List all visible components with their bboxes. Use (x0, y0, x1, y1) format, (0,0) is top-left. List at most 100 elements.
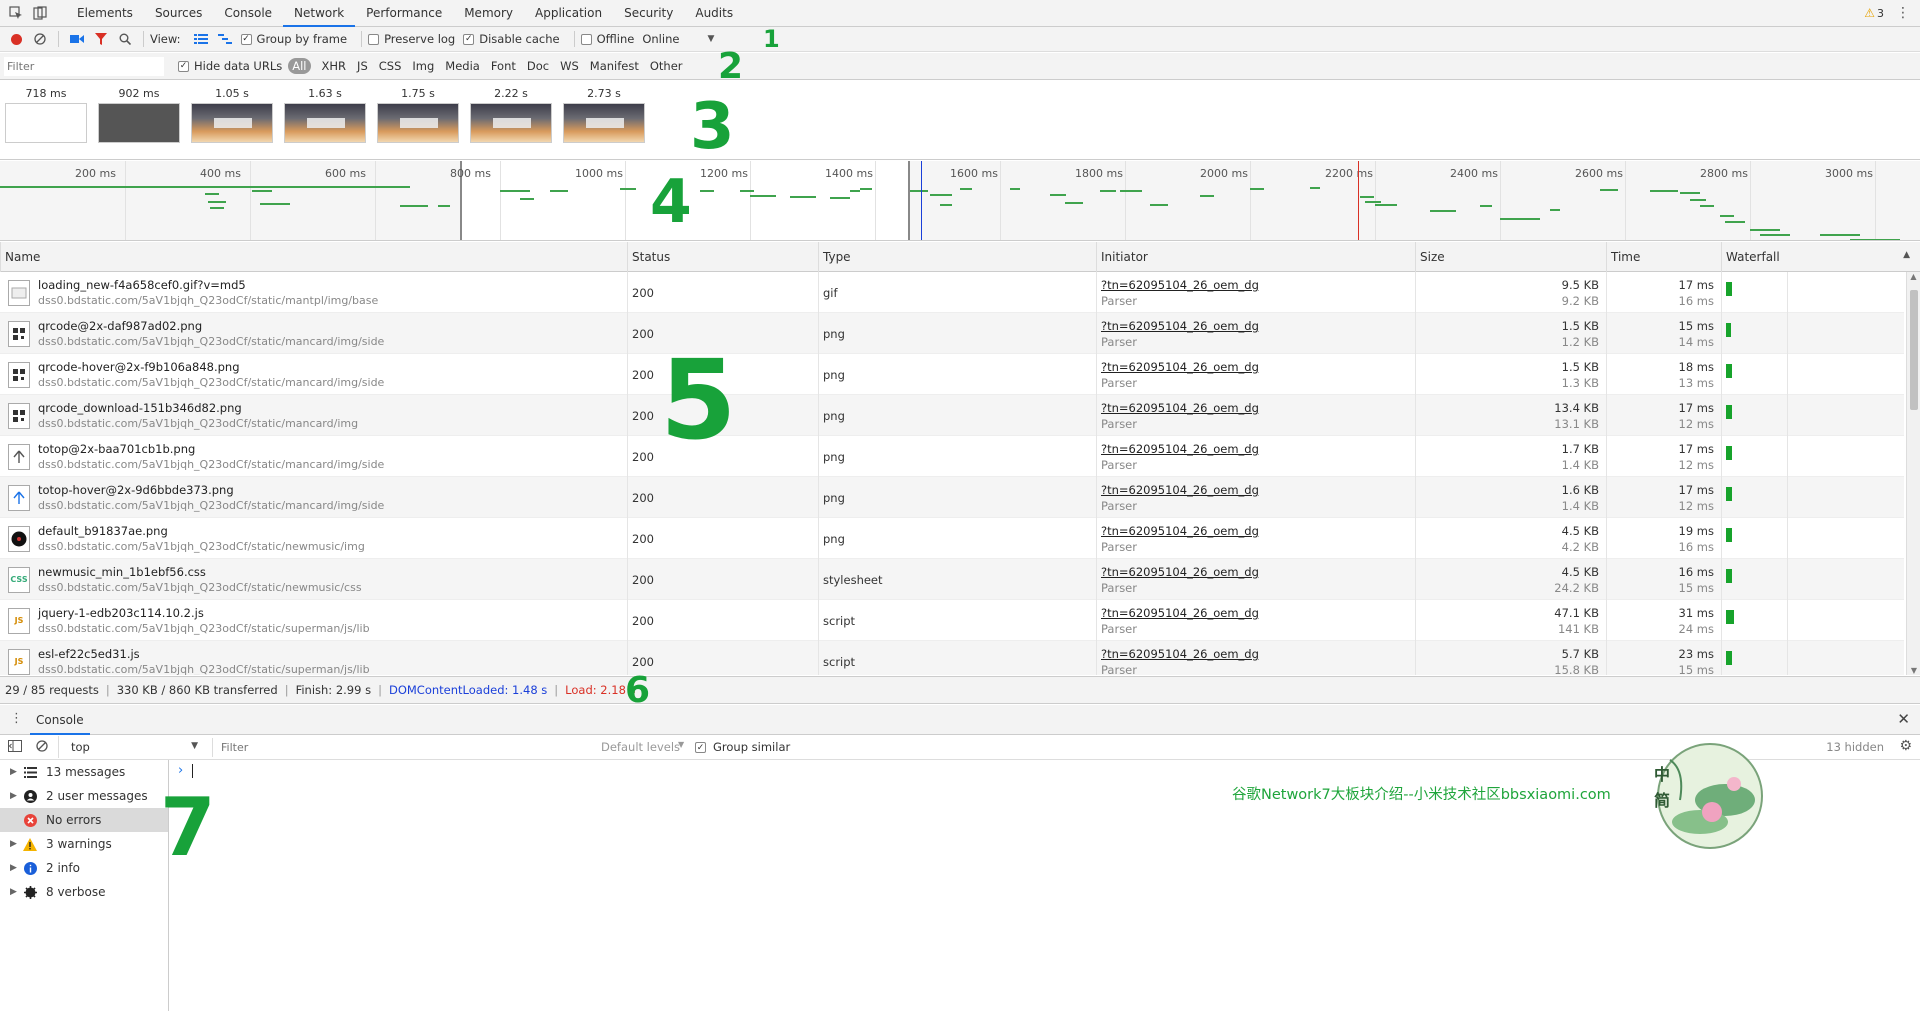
column-header-initiator[interactable]: Initiator (1096, 242, 1414, 272)
tab-elements[interactable]: Elements (66, 0, 144, 27)
table-row[interactable]: qrcode_download-151b346d82.png dss0.bdsta… (0, 395, 1904, 436)
log-levels-select[interactable]: Default levels (601, 740, 680, 754)
inspect-element-icon[interactable] (4, 1, 28, 25)
tab-application[interactable]: Application (524, 0, 613, 27)
table-row[interactable]: loading_new-f4a658cef0.gif?v=md5 dss0.bds… (0, 272, 1904, 313)
filmstrip-frame[interactable]: 902 ms (98, 87, 180, 143)
initiator-link[interactable]: ?tn=62095104_26_oem_dg (1101, 606, 1259, 620)
table-row[interactable]: JS jquery-1-edb203c114.10.2.js dss0.bdstat… (0, 600, 1904, 641)
filter-type-css[interactable]: CSS (379, 59, 402, 73)
expand-arrow-icon[interactable]: ▶ (10, 839, 22, 849)
console-caret[interactable] (192, 764, 193, 778)
tab-performance[interactable]: Performance (355, 0, 453, 27)
vertical-scrollbar[interactable]: ▲ ▼ (1906, 272, 1920, 675)
tab-security[interactable]: Security (613, 0, 684, 27)
clear-console-icon[interactable] (36, 740, 48, 755)
filmstrip-frame[interactable]: 2.73 s (563, 87, 645, 143)
sidebar-item-list[interactable]: ▶ 13 messages (0, 760, 168, 784)
more-options-icon[interactable]: ⋮ (1896, 5, 1910, 21)
offline-checkbox[interactable] (580, 33, 592, 45)
waterfall-bar[interactable] (1726, 569, 1732, 583)
hide-data-urls-checkbox[interactable]: ✓ (178, 60, 189, 72)
expand-arrow-icon[interactable]: ▶ (10, 863, 22, 873)
expand-arrow-icon[interactable]: ▶ (10, 887, 22, 897)
initiator-link[interactable]: ?tn=62095104_26_oem_dg (1101, 483, 1259, 497)
filter-icon[interactable] (89, 27, 113, 51)
waterfall-bar[interactable] (1726, 405, 1732, 419)
drawer-menu-icon[interactable]: ⋮ (10, 711, 23, 726)
filter-type-ws[interactable]: WS (560, 59, 579, 73)
initiator-link[interactable]: ?tn=62095104_26_oem_dg (1101, 319, 1259, 333)
capture-screenshots-icon[interactable] (65, 27, 89, 51)
group-similar-checkbox[interactable]: ✓ (695, 742, 706, 753)
column-header-time[interactable]: Time (1606, 242, 1720, 272)
sidebar-item-error[interactable]: No errors (0, 808, 168, 832)
filter-type-manifest[interactable]: Manifest (590, 59, 639, 73)
overview-toggle-icon[interactable] (213, 27, 237, 51)
sidebar-item-warning[interactable]: ▶ 3 warnings (0, 832, 168, 856)
tab-network[interactable]: Network (283, 0, 356, 27)
sidebar-toggle-icon[interactable] (8, 740, 22, 755)
close-drawer-icon[interactable]: ✕ (1897, 710, 1910, 728)
waterfall-bar[interactable] (1726, 446, 1732, 460)
filmstrip-frame[interactable]: 1.75 s (377, 87, 459, 143)
group-by-frame-checkbox[interactable]: ✓ (240, 33, 252, 45)
timeline-overview[interactable]: 200 ms 400 ms 600 ms 800 ms 1000 ms 1200 ms 14… (0, 161, 1920, 241)
table-row[interactable]: CSS newmusic_min_1b1ebf56.css dss0.bdstati… (0, 559, 1904, 600)
tab-sources[interactable]: Sources (144, 0, 213, 27)
waterfall-bar[interactable] (1726, 364, 1732, 378)
tab-audits[interactable]: Audits (684, 0, 744, 27)
table-row[interactable]: qrcode@2x-daf987ad02.png dss0.bdstatic.co… (0, 313, 1904, 354)
initiator-link[interactable]: ?tn=62095104_26_oem_dg (1101, 524, 1259, 538)
chevron-down-icon[interactable]: ▼ (707, 34, 714, 44)
tab-console[interactable]: Console (213, 0, 283, 27)
large-rows-icon[interactable] (189, 27, 213, 51)
filter-type-xhr[interactable]: XHR (322, 59, 347, 73)
waterfall-bar[interactable] (1726, 282, 1732, 296)
tab-memory[interactable]: Memory (453, 0, 524, 27)
initiator-link[interactable]: ?tn=62095104_26_oem_dg (1101, 401, 1259, 415)
column-header-size[interactable]: Size (1415, 242, 1605, 272)
disable-cache-checkbox[interactable]: ✓ (463, 33, 475, 45)
filter-type-all[interactable]: All (288, 58, 311, 74)
initiator-link[interactable]: ?tn=62095104_26_oem_dg (1101, 278, 1259, 292)
console-filter-input[interactable] (212, 738, 592, 757)
waterfall-bar[interactable] (1726, 323, 1731, 337)
device-toolbar-icon[interactable] (28, 1, 52, 25)
console-output[interactable]: › 谷歌Network7大板块介绍--小米技术社区bbsxiaomi.com 中… (170, 743, 1920, 1011)
scrollbar-thumb[interactable] (1910, 290, 1918, 410)
warning-counter[interactable]: ⚠ 3 (1864, 6, 1884, 20)
filter-type-font[interactable]: Font (491, 59, 516, 73)
column-header-status[interactable]: Status (627, 242, 817, 272)
column-header-type[interactable]: Type (818, 242, 1095, 272)
scroll-up-icon[interactable]: ▲ (1907, 272, 1920, 284)
sidebar-item-user[interactable]: ▶ 2 user messages (0, 784, 168, 808)
filmstrip-frame[interactable]: 1.63 s (284, 87, 366, 143)
column-header-name[interactable]: Name (0, 242, 626, 272)
record-icon[interactable] (4, 27, 28, 51)
scroll-down-icon[interactable]: ▼ (1907, 666, 1920, 675)
throttling-select[interactable]: Online (642, 32, 679, 46)
filter-type-other[interactable]: Other (650, 59, 683, 73)
table-row[interactable]: default_b91837ae.png dss0.bdstatic.com/5a… (0, 518, 1904, 559)
initiator-link[interactable]: ?tn=62095104_26_oem_dg (1101, 442, 1259, 456)
filter-type-img[interactable]: Img (412, 59, 434, 73)
clear-icon[interactable] (28, 27, 52, 51)
context-select[interactable]: top ▼ (58, 736, 204, 758)
filter-type-js[interactable]: JS (357, 59, 368, 73)
table-row[interactable]: qrcode-hover@2x-f9b106a848.png dss0.bdsta… (0, 354, 1904, 395)
filmstrip-frame[interactable]: 1.05 s (191, 87, 273, 143)
waterfall-bar[interactable] (1726, 528, 1732, 542)
filmstrip-frame[interactable]: 2.22 s (470, 87, 552, 143)
filmstrip-frame[interactable]: 718 ms (5, 87, 87, 143)
initiator-link[interactable]: ?tn=62095104_26_oem_dg (1101, 565, 1259, 579)
filter-type-media[interactable]: Media (445, 59, 480, 73)
gear-icon[interactable]: ⚙ (1899, 738, 1912, 754)
filter-type-doc[interactable]: Doc (527, 59, 549, 73)
preserve-log-checkbox[interactable] (368, 33, 380, 45)
waterfall-bar[interactable] (1726, 487, 1732, 501)
initiator-link[interactable]: ?tn=62095104_26_oem_dg (1101, 647, 1259, 661)
waterfall-bar[interactable] (1726, 651, 1732, 665)
table-row[interactable]: totop-hover@2x-9d6bbde373.png dss0.bdstat… (0, 477, 1904, 518)
column-header-waterfall[interactable]: Waterfall (1721, 242, 1920, 272)
